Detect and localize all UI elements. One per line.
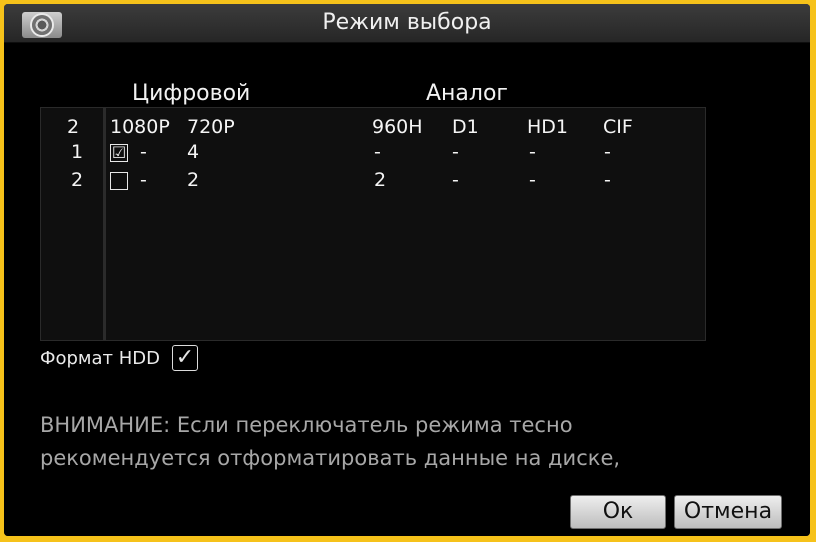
- cancel-button[interactable]: Отмена: [674, 495, 782, 529]
- warning-line-2: рекомендуется отформатировать данные на …: [40, 446, 621, 470]
- row-1-hd1: -: [529, 141, 536, 163]
- row-2-720p: 2: [187, 169, 200, 191]
- row-1-checkbox[interactable]: ☑: [110, 144, 128, 162]
- header-d1: D1: [452, 116, 479, 138]
- hdd-format-label: Формат HDD: [40, 347, 161, 369]
- dialog-body: Цифровой Аналог 2 1080P 720P 960H D1 HD1…: [4, 43, 810, 536]
- channel-mode-table: 2 1080P 720P 960H D1 HD1 CIF 1 ☑ - 4 - -…: [40, 107, 706, 341]
- warning-line-1: ВНИМАНИЕ: Если переключатель режима тесн…: [40, 413, 573, 437]
- row-2-960h: 2: [374, 169, 387, 191]
- row-2-d1: -: [452, 169, 459, 191]
- row-1-960h: -: [374, 141, 381, 163]
- mode-select-dialog: Режим выбора Цифровой Аналог 2 1080P 720…: [4, 4, 810, 536]
- row-1-cif: -: [604, 141, 611, 163]
- title-bar: Режим выбора: [4, 4, 810, 43]
- hdd-format-checkbox[interactable]: ✓: [172, 345, 199, 371]
- analog-header: Аналог: [426, 81, 508, 106]
- header-960h: 960H: [372, 116, 423, 138]
- digital-header: Цифровой: [132, 81, 251, 106]
- row-2-index: 2: [71, 169, 84, 191]
- row-2-hd1: -: [529, 169, 536, 191]
- warning-text: ВНИМАНИЕ: Если переключатель режима тесн…: [40, 409, 620, 475]
- header-index: 2: [67, 116, 80, 138]
- hdd-format-row: Формат HDD ✓: [40, 345, 199, 371]
- row-1-720p: 4: [187, 141, 200, 163]
- row-2-checkbox[interactable]: [110, 172, 128, 190]
- dialog-title: Режим выбора: [322, 10, 492, 35]
- row-2-cif: -: [604, 169, 611, 191]
- ok-button[interactable]: Ок: [570, 495, 666, 529]
- header-cif: CIF: [603, 116, 633, 138]
- row-1-d1: -: [452, 141, 459, 163]
- header-hd1: HD1: [527, 116, 569, 138]
- row-2-1080p: -: [140, 169, 147, 191]
- header-1080p: 1080P: [110, 116, 170, 138]
- row-1-1080p: -: [140, 141, 147, 163]
- row-1-index: 1: [71, 141, 84, 163]
- index-column-divider: [103, 108, 106, 340]
- header-720p: 720P: [187, 116, 235, 138]
